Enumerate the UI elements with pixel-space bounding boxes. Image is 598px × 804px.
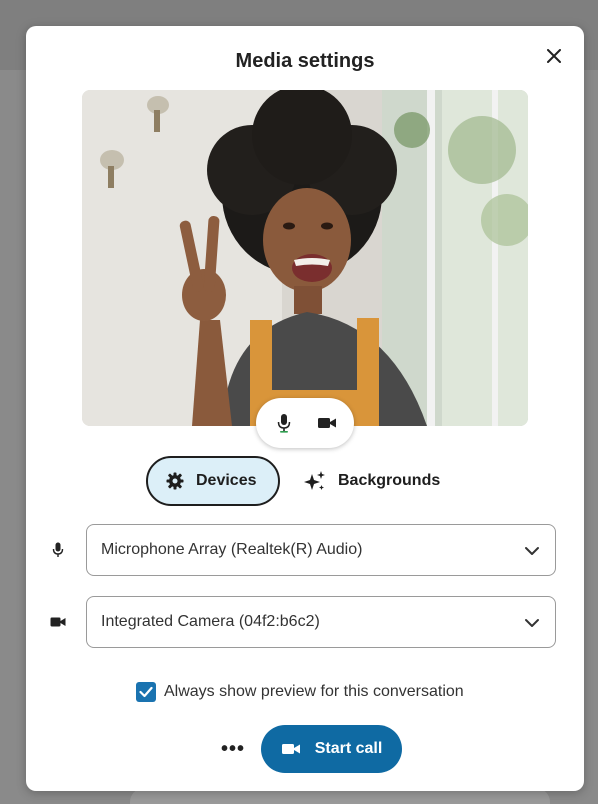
video-camera-icon [317,418,336,428]
media-toggles [256,398,354,448]
settings-tabs: Devices Backgrounds [146,456,466,508]
camera-preview [82,90,528,426]
microphone-toggle[interactable] [266,405,302,441]
chevron-down-icon [525,619,539,627]
gear-icon [166,472,184,490]
camera-preview-image [82,90,528,426]
camera-select[interactable]: Integrated Camera (04f2:b6c2) [86,596,556,648]
start-call-label: Start call [314,740,383,757]
microphone-icon [46,524,70,576]
tab-backgrounds-label: Backgrounds [338,472,441,489]
dialog-title: Media settings [235,50,375,72]
tab-devices[interactable]: Devices [146,456,280,506]
camera-toggle[interactable] [309,405,345,441]
tab-devices-label: Devices [196,472,257,489]
media-settings-dialog: Media settings Devices Backgrounds Micro… [26,26,584,791]
camera-row: Integrated Camera (04f2:b6c2) [46,596,558,648]
sparkle-icon [304,470,326,492]
microphone-select-value: Microphone Array (Realtek(R) Audio) [101,541,363,558]
video-camera-icon [281,742,301,756]
more-options-button[interactable]: ••• [218,734,248,764]
close-icon [547,49,561,63]
always-show-preview-label: Always show preview for this conversatio… [164,683,464,700]
start-call-button[interactable]: Start call [261,725,402,773]
checkmark-icon [139,686,153,698]
microphone-row: Microphone Array (Realtek(R) Audio) [46,524,558,576]
camera-select-value: Integrated Camera (04f2:b6c2) [101,613,320,630]
microphone-icon [277,414,290,433]
microphone-select[interactable]: Microphone Array (Realtek(R) Audio) [86,524,556,576]
video-camera-icon [46,596,70,648]
chevron-down-icon [525,547,539,555]
tab-backgrounds[interactable]: Backgrounds [304,456,464,506]
always-show-preview-option[interactable]: Always show preview for this conversatio… [136,680,464,704]
always-show-preview-checkbox[interactable] [136,682,156,702]
close-button[interactable] [542,44,566,68]
